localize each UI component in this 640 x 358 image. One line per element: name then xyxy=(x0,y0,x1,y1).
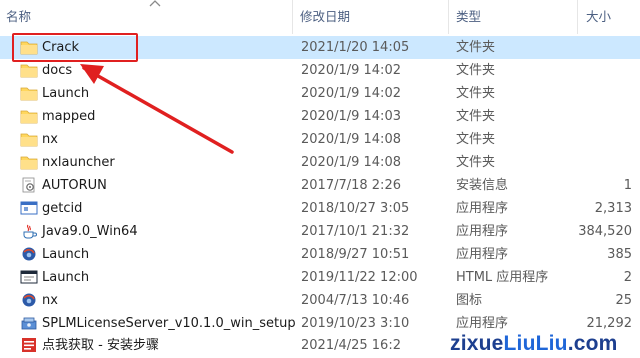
file-date: 2021/4/25 16:2 xyxy=(301,338,401,353)
file-name: getcid xyxy=(42,201,83,216)
folder-icon xyxy=(20,64,38,78)
file-type: 图标 xyxy=(456,293,483,308)
file-size: 385 xyxy=(607,247,632,262)
file-size: 25 xyxy=(615,293,632,308)
file-date: 2017/10/1 21:32 xyxy=(301,224,410,239)
file-date: 2020/1/9 14:03 xyxy=(301,109,401,124)
column-name-label: 名称 xyxy=(6,9,32,24)
file-name: Crack xyxy=(42,40,80,55)
file-name: 点我获取 - 安装步骤 xyxy=(42,338,159,353)
file-type: 文件夹 xyxy=(456,155,496,170)
file-date: 2004/7/13 10:46 xyxy=(301,293,410,308)
file-row-crack[interactable]: Crack 2021/1/20 14:05 文件夹 xyxy=(0,36,640,59)
file-row-launch-folder[interactable]: Launch 2020/1/9 14:02 文件夹 xyxy=(0,82,640,105)
file-date: 2019/10/23 3:10 xyxy=(301,316,410,331)
file-row-autorun[interactable]: AUTORUN 2017/7/18 2:26 安装信息 1 xyxy=(0,174,640,197)
file-row-mapped[interactable]: mapped 2020/1/9 14:03 文件夹 xyxy=(0,105,640,128)
file-type: 文件夹 xyxy=(456,109,496,124)
file-type: 应用程序 xyxy=(456,224,509,239)
file-date: 2020/1/9 14:02 xyxy=(301,63,401,78)
doc-icon xyxy=(22,338,36,352)
java-icon xyxy=(23,224,37,239)
watermark: zixueLiuLiu.com xyxy=(450,331,618,357)
column-size-header[interactable]: 大小 xyxy=(580,0,640,34)
file-name: mapped xyxy=(42,109,96,124)
file-name: nxlauncher xyxy=(42,155,115,170)
file-size: 1 xyxy=(623,178,632,193)
column-name-header[interactable]: 名称 xyxy=(0,0,290,34)
file-name: Launch xyxy=(42,86,90,101)
column-type-label: 类型 xyxy=(456,9,482,24)
column-size-label: 大小 xyxy=(586,9,612,24)
file-name: AUTORUN xyxy=(42,178,107,193)
file-row-nxlauncher[interactable]: nxlauncher 2020/1/9 14:08 文件夹 xyxy=(0,151,640,174)
file-type: 应用程序 xyxy=(456,247,509,262)
watermark-part-a: zixue xyxy=(450,332,504,355)
file-date: 2020/1/9 14:08 xyxy=(301,132,401,147)
sort-ascending-icon xyxy=(149,0,161,7)
column-divider[interactable] xyxy=(577,0,578,34)
watermark-part-b: LiuLiu xyxy=(503,332,568,355)
file-row-docs[interactable]: docs 2020/1/9 14:02 文件夹 xyxy=(0,59,640,82)
folder-icon xyxy=(20,110,38,124)
nx-app-icon xyxy=(22,293,36,307)
column-header: 名称 修改日期 类型 大小 xyxy=(0,0,640,34)
file-name: nx xyxy=(42,293,58,308)
file-row-nx-icon[interactable]: nx 2004/7/13 10:46 图标 25 xyxy=(0,289,640,312)
file-size: 2,313 xyxy=(594,201,632,216)
installer-icon xyxy=(21,317,37,330)
file-size: 384,520 xyxy=(578,224,632,239)
file-date: 2018/10/27 3:05 xyxy=(301,201,410,216)
file-name: SPLMLicenseServer_v10.1.0_win_setup xyxy=(42,316,296,331)
column-date-label: 修改日期 xyxy=(300,9,351,24)
file-type: 文件夹 xyxy=(456,86,496,101)
file-date: 2018/9/27 10:51 xyxy=(301,247,410,262)
file-name: nx xyxy=(42,132,58,147)
file-date: 2021/1/20 14:05 xyxy=(301,40,410,55)
column-divider[interactable] xyxy=(292,0,293,34)
file-size: 2 xyxy=(623,270,632,285)
watermark-part-c: .com xyxy=(567,332,618,355)
file-type: 文件夹 xyxy=(456,132,496,147)
file-row-getcid[interactable]: getcid 2018/10/27 3:05 应用程序 2,313 xyxy=(0,197,640,220)
app-window-icon xyxy=(20,201,38,215)
folder-icon xyxy=(20,156,38,170)
nx-app-icon xyxy=(22,247,36,261)
file-row-launch-hta[interactable]: Launch 2019/11/22 12:00 HTML 应用程序 2 xyxy=(0,266,640,289)
column-date-header[interactable]: 修改日期 xyxy=(294,0,444,34)
file-row-launch-exe[interactable]: Launch 2018/9/27 10:51 应用程序 385 xyxy=(0,243,640,266)
file-date: 2017/7/18 2:26 xyxy=(301,178,401,193)
file-row-nx-folder[interactable]: nx 2020/1/9 14:08 文件夹 xyxy=(0,128,640,151)
folder-icon xyxy=(20,87,38,101)
file-type: HTML 应用程序 xyxy=(456,270,549,285)
file-row-java[interactable]: Java9.0_Win64 2017/10/1 21:32 应用程序 384,5… xyxy=(0,220,640,243)
file-type: 安装信息 xyxy=(456,178,509,193)
file-name: docs xyxy=(42,63,73,78)
file-type: 文件夹 xyxy=(456,40,496,55)
file-name: Java9.0_Win64 xyxy=(42,224,138,239)
file-type: 文件夹 xyxy=(456,63,496,78)
column-divider[interactable] xyxy=(448,0,449,34)
column-type-header[interactable]: 类型 xyxy=(450,0,575,34)
file-name: Launch xyxy=(42,247,90,262)
file-date: 2019/11/22 12:00 xyxy=(301,270,418,285)
file-name: Launch xyxy=(42,270,90,285)
folder-icon xyxy=(20,41,38,55)
hta-icon xyxy=(20,270,38,284)
file-type: 应用程序 xyxy=(456,201,509,216)
folder-icon xyxy=(20,133,38,147)
file-date: 2020/1/9 14:08 xyxy=(301,155,401,170)
file-date: 2020/1/9 14:02 xyxy=(301,86,401,101)
setup-info-icon xyxy=(22,177,35,193)
